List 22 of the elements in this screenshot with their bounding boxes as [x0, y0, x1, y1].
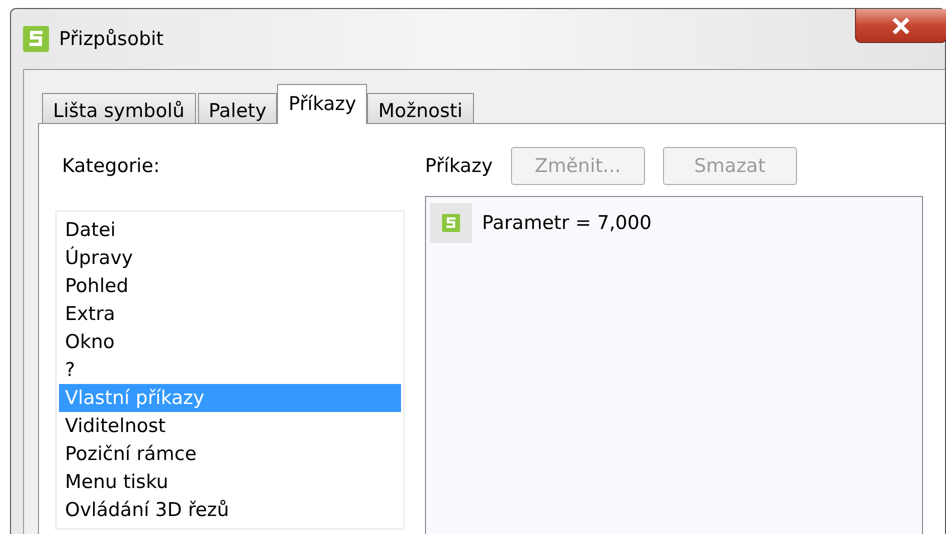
category-item[interactable]: ?	[59, 356, 401, 384]
window-title: Přizpůsobit	[59, 28, 164, 50]
category-item[interactable]: Extra	[59, 300, 401, 328]
category-item[interactable]: Viditelnost	[59, 412, 401, 440]
command-icon	[442, 214, 460, 232]
category-item[interactable]: Datei	[59, 216, 401, 244]
category-item[interactable]: Poziční rámce	[59, 440, 401, 468]
command-item[interactable]: Parametr = 7,000	[482, 212, 652, 234]
category-item[interactable]: Ovládání 3D řezů	[59, 496, 401, 524]
category-item[interactable]: Úpravy	[59, 244, 401, 272]
commands-label: Příkazy	[425, 155, 493, 177]
categories-label: Kategorie:	[61, 154, 161, 179]
close-button[interactable]	[855, 9, 946, 43]
category-item[interactable]: Pohled	[59, 272, 401, 300]
tab[interactable]: Palety	[198, 93, 278, 123]
tab[interactable]: Možnosti	[367, 93, 474, 123]
close-icon	[892, 18, 910, 34]
app-logo-icon	[23, 26, 49, 52]
tab[interactable]: Lišta symbolů	[42, 93, 196, 123]
tab[interactable]: Příkazy	[277, 84, 368, 124]
category-item[interactable]: Okno	[59, 328, 401, 356]
category-item[interactable]: Menu tisku	[59, 468, 401, 496]
